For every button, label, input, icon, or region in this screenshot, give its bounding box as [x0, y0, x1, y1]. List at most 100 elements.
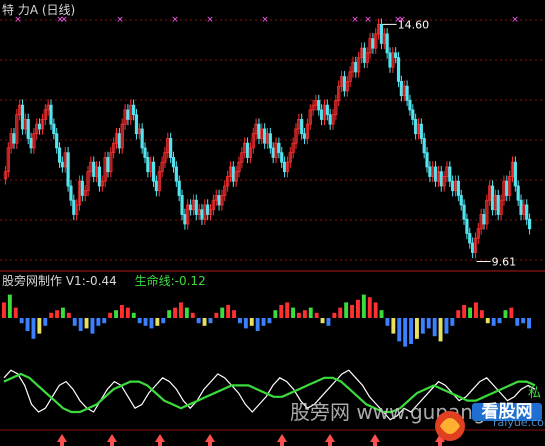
- candle-body: [188, 204, 193, 211]
- candle-body: [106, 157, 110, 173]
- buy-arrow-icon: [155, 434, 165, 446]
- v1-bar: [84, 318, 89, 329]
- indicator-label: 股旁网制作: [2, 274, 63, 288]
- top-marker-icon: ×: [351, 15, 359, 25]
- v1-bar: [279, 305, 284, 318]
- v1-bar: [149, 318, 154, 329]
- v1-bar: [184, 307, 189, 318]
- v1-bar: [302, 310, 307, 318]
- candle-body: [143, 147, 147, 158]
- v1-bar: [249, 318, 254, 326]
- life-line-label: 生命线:-0.12: [134, 274, 206, 288]
- buy-arrow-icon: [107, 434, 117, 446]
- candle-body: [414, 119, 418, 135]
- v1-bar: [131, 312, 136, 318]
- v1-bar: [179, 302, 183, 318]
- candle-body: [527, 218, 532, 230]
- v1-bar: [261, 318, 266, 326]
- buy-arrow-icon: [277, 434, 287, 446]
- indicator-header: 股旁网制作 V1:-0.44 生命线:-0.12: [2, 272, 206, 289]
- v1-bar: [320, 318, 325, 324]
- candle-body: [26, 119, 30, 139]
- candle-body: [399, 81, 403, 97]
- candle-body: [302, 133, 307, 139]
- candle-body: [396, 57, 401, 82]
- v1-bar: [350, 305, 354, 318]
- candle-body: [428, 166, 432, 177]
- candle-body: [471, 242, 475, 253]
- v1-bar: [143, 318, 148, 326]
- candle-body: [20, 104, 25, 130]
- candle-body: [72, 199, 76, 215]
- buy-arrow-icon: [205, 434, 215, 446]
- candle-body: [468, 233, 472, 244]
- v1-bar: [527, 318, 531, 329]
- v1-bar: [491, 318, 496, 326]
- candle-body: [171, 157, 176, 168]
- v1-bar: [226, 305, 231, 318]
- v1-bar: [450, 318, 455, 326]
- candle-body: [490, 185, 495, 211]
- v1-bar: [403, 318, 408, 347]
- candle-body: [217, 195, 221, 206]
- v1-bar: [255, 318, 260, 331]
- candle-body: [422, 138, 426, 154]
- v1-bar: [373, 302, 378, 318]
- v1-bar: [420, 318, 425, 334]
- candle-body: [282, 161, 287, 173]
- v1-bar: [326, 318, 331, 326]
- v1-bar: [137, 318, 142, 324]
- v1-bar: [2, 302, 6, 318]
- candle-body: [362, 47, 366, 63]
- buy-arrow-icon: [370, 434, 380, 446]
- v1-bar: [426, 318, 431, 329]
- candle-body: [12, 133, 16, 144]
- v1-bar: [125, 307, 130, 318]
- v1-bar: [297, 312, 301, 318]
- candle-body: [405, 85, 409, 101]
- v1-bar: [190, 312, 195, 318]
- v1-bar: [25, 318, 30, 331]
- candle-body: [66, 152, 70, 187]
- candle-body: [300, 119, 304, 135]
- v1-bar: [338, 307, 343, 318]
- candle-body: [516, 185, 520, 201]
- candle-body: [134, 114, 139, 135]
- top-marker-icon: ×: [116, 15, 124, 25]
- v1-bar: [485, 318, 490, 324]
- candle-body: [462, 204, 466, 220]
- candle-body: [151, 161, 156, 182]
- candle-body: [320, 109, 324, 120]
- v1-bar: [509, 307, 514, 318]
- top-marker-icon: ×: [364, 15, 372, 25]
- buy-arrow-icon: [57, 434, 67, 446]
- candle-body: [180, 195, 184, 215]
- candle-body: [277, 142, 281, 154]
- candle-body: [456, 180, 460, 196]
- v1-bar: [78, 318, 83, 331]
- v1-bar: [43, 318, 48, 326]
- candle-body: [140, 128, 144, 149]
- v1-bar: [397, 318, 402, 342]
- candle-body: [388, 52, 392, 68]
- v1-bar: [232, 310, 236, 318]
- v1-bar: [173, 307, 177, 318]
- v1-bar: [96, 318, 101, 326]
- v1-bar: [344, 302, 349, 318]
- watermark-site: raiyue.com: [493, 416, 545, 429]
- candle-body: [52, 123, 56, 135]
- top-marker-icon: ×: [261, 15, 269, 25]
- candle-body: [465, 218, 469, 234]
- v1-bar: [108, 312, 113, 318]
- v1-bar: [114, 310, 118, 318]
- v1-bar: [438, 318, 443, 342]
- v1-bar: [155, 318, 160, 326]
- v1-bar: [102, 318, 107, 324]
- candle-body: [57, 147, 62, 163]
- v1-bar: [167, 310, 172, 318]
- v1-bar: [367, 297, 372, 318]
- v1-bar: [19, 318, 24, 324]
- candle-body: [451, 180, 455, 192]
- candle-body: [419, 123, 423, 139]
- v1-bar: [415, 318, 419, 339]
